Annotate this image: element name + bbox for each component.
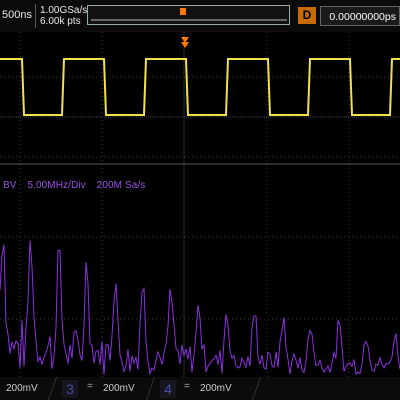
coupling-icon: = [87, 381, 93, 392]
delay-box[interactable]: 0.00000000ps [320, 6, 400, 26]
channel4-button[interactable]: 4 [160, 380, 176, 398]
timebase-label[interactable]: 500ns [2, 10, 32, 21]
channel-status-bar: 200mV 3 = 200mV 4 = 200mV [0, 377, 400, 400]
memory-depth-label: 6.00k pts [40, 16, 81, 27]
top-status-bar: 500ns 1.00GSa/s 6.00k pts D 0.00000000ps [0, 0, 400, 32]
divider [251, 377, 262, 400]
divider [35, 4, 36, 28]
divider [47, 377, 58, 400]
divider [145, 377, 156, 400]
trigger-marker-icon [181, 37, 189, 48]
channel4-scale[interactable]: 200mV [200, 377, 232, 400]
channel1-trace [0, 58, 400, 116]
memory-strip-graphic [91, 8, 287, 21]
channel3-scale[interactable]: 200mV [103, 377, 135, 400]
memory-position-strip[interactable] [87, 5, 290, 25]
channel2-scale[interactable]: 200mV [6, 377, 38, 400]
waveform-display[interactable] [0, 32, 400, 377]
fft-span: 5.00MHz/Div [27, 180, 86, 191]
trigger-delay-badge[interactable]: D [298, 7, 316, 24]
trigger-position-marker [180, 8, 186, 15]
fft-settings-label: BV 5.00MHz/Div 200M Sa/s [3, 180, 153, 191]
fft-rate: 200M Sa/s [96, 180, 146, 191]
delay-value: 0.00000000ps [329, 11, 396, 23]
coupling-icon: = [184, 381, 190, 392]
fft-level: BV [3, 180, 17, 191]
channel3-button[interactable]: 3 [62, 380, 78, 398]
fft-math-trace [0, 240, 400, 376]
sample-rate-label: 1.00GSa/s [40, 5, 88, 16]
